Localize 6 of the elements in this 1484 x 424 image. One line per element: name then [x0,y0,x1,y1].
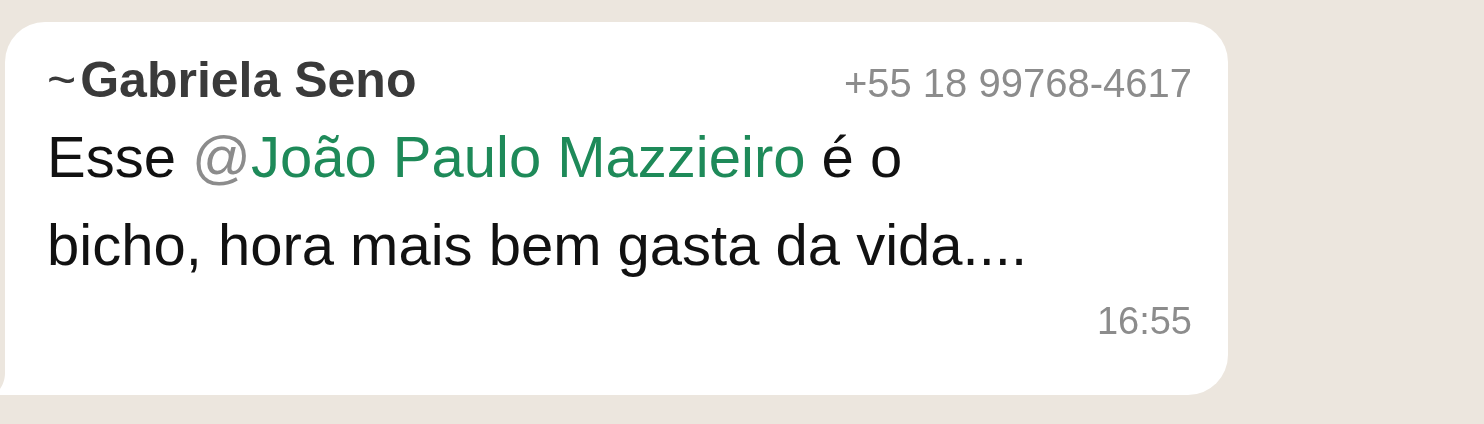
message-text: Esse @João Paulo Mazzieiro é o bicho, hora mais bem gasta da vida.... [47,123,1029,279]
message-time: 16:55 [1096,300,1192,342]
sender-name: Gabriela Seno [80,52,417,108]
mention-link[interactable]: @João Paulo Mazzieiro [192,124,806,189]
sender-phone: +55 18 99768-4617 [843,60,1192,107]
tilde-mark: ~ [47,52,77,108]
